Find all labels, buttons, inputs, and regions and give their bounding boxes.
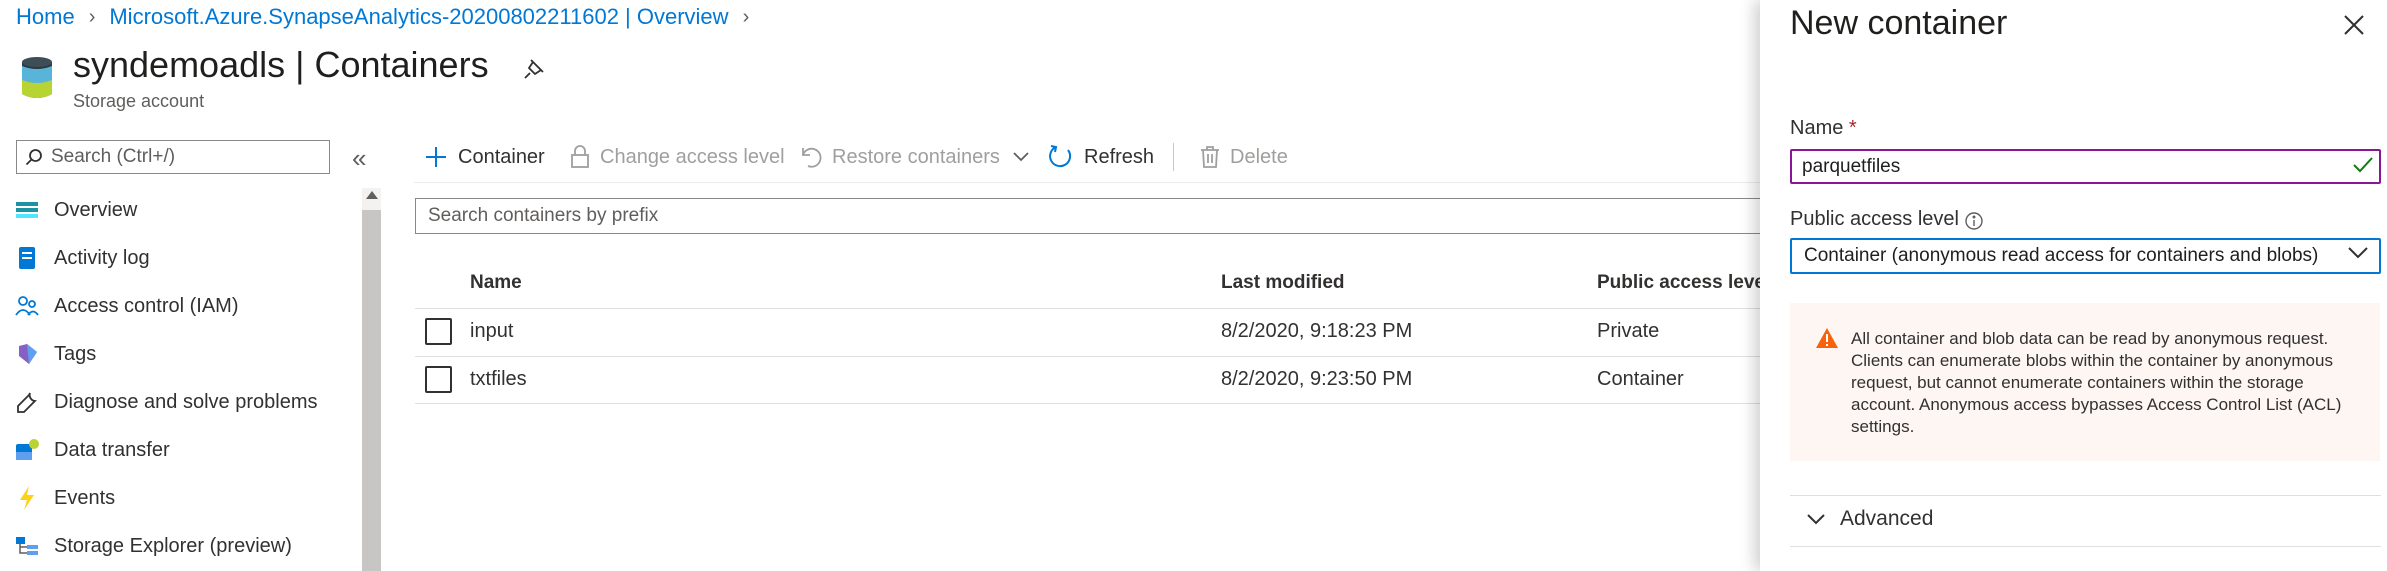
sidebar-item-label: Overview <box>54 198 138 221</box>
public-access-level-label: Public access level <box>1790 208 1959 230</box>
search-icon <box>25 149 42 166</box>
advanced-section-toggle[interactable]: Advanced <box>1806 507 1933 531</box>
checkmark-icon <box>2352 155 2374 175</box>
storage-explorer-icon <box>14 533 40 559</box>
sidebar-item-label: Diagnose and solve problems <box>54 390 318 413</box>
public-access-level-value: Container (anonymous read access for con… <box>1804 245 2319 266</box>
tag-icon <box>14 341 40 367</box>
trash-icon <box>1200 145 1220 169</box>
container-last-modified: 8/2/2020, 9:23:50 PM <box>1221 368 1413 390</box>
sidebar-item-label: Access control (IAM) <box>54 294 239 317</box>
sidebar-search-placeholder: Search (Ctrl+/) <box>51 146 176 167</box>
advanced-section-divider <box>1790 495 2381 496</box>
toolbar-label: Change access level <box>600 145 785 168</box>
activity-log-icon <box>14 245 40 271</box>
sidebar-item-storage-explorer[interactable]: Storage Explorer (preview) <box>14 526 292 566</box>
sidebar-item-label: Data transfer <box>54 438 170 461</box>
table-row-divider <box>415 356 1760 357</box>
pin-icon[interactable] <box>522 57 546 81</box>
toolbar-label: Container <box>458 145 545 168</box>
page-subtitle: Storage account <box>73 91 205 111</box>
data-transfer-icon <box>14 437 40 463</box>
undo-icon <box>800 145 822 169</box>
toolbar-label: Refresh <box>1084 145 1155 168</box>
row-checkbox[interactable] <box>425 318 452 345</box>
chevron-down-icon <box>1807 514 1825 525</box>
container-name-input[interactable]: parquetfiles <box>1790 149 2381 184</box>
toolbar-divider <box>1173 143 1174 171</box>
sidebar-search-input[interactable]: Search (Ctrl+/) <box>16 140 330 174</box>
scroll-up-arrow-icon[interactable] <box>366 191 378 199</box>
close-icon[interactable] <box>2343 14 2365 36</box>
name-label: Name * <box>1790 117 1857 140</box>
container-access-level: Private <box>1597 320 1660 342</box>
advanced-label: Advanced <box>1840 507 1934 530</box>
restore-containers-button[interactable]: Restore containers <box>800 140 1030 174</box>
collapse-sidebar-icon[interactable]: « <box>352 143 366 174</box>
info-icon[interactable] <box>1964 211 1984 231</box>
sidebar-scrollbar-thumb[interactable] <box>362 210 381 571</box>
refresh-button[interactable]: Refresh <box>1048 140 1154 174</box>
container-name-link[interactable]: input <box>470 320 513 343</box>
chevron-right-icon: › <box>88 5 96 28</box>
table-header-divider <box>415 308 1760 309</box>
lock-icon <box>570 145 590 169</box>
container-name-value: parquetfiles <box>1802 155 1901 177</box>
storage-account-icon <box>20 56 54 100</box>
container-search-input[interactable]: Search containers by prefix <box>415 198 1775 234</box>
wrench-icon <box>14 389 40 415</box>
sidebar-item-events[interactable]: Events <box>14 478 115 518</box>
toolbar-label: Delete <box>1230 145 1288 168</box>
panel-title: New container <box>1790 4 2008 42</box>
refresh-icon <box>1048 144 1074 170</box>
sidebar-item-label: Storage Explorer (preview) <box>54 534 292 557</box>
sidebar-item-activity-log[interactable]: Activity log <box>14 238 150 278</box>
toolbar-separator <box>414 182 1760 183</box>
container-name-link[interactable]: txtfiles <box>470 368 527 391</box>
delete-button[interactable]: Delete <box>1200 140 1288 174</box>
sidebar-item-tags[interactable]: Tags <box>14 334 96 374</box>
chevron-down-icon[interactable] <box>1012 151 1030 163</box>
sidebar-item-data-transfer[interactable]: Data transfer <box>14 430 170 470</box>
container-search-placeholder: Search containers by prefix <box>428 205 659 226</box>
public-access-level-dropdown[interactable]: Container (anonymous read access for con… <box>1790 238 2381 274</box>
breadcrumb: Home › Microsoft.Azure.SynapseAnalytics-… <box>16 4 763 30</box>
column-header-access-level[interactable]: Public access level <box>1597 272 1770 294</box>
advanced-section-divider <box>1790 546 2381 547</box>
overview-icon <box>14 197 40 223</box>
column-header-name[interactable]: Name <box>470 272 522 294</box>
sidebar-item-label: Activity log <box>54 246 150 269</box>
column-header-last-modified[interactable]: Last modified <box>1221 272 1345 294</box>
table-row-divider <box>415 403 1760 404</box>
change-access-level-button[interactable]: Change access level <box>570 140 785 174</box>
lightning-icon <box>14 485 40 511</box>
container-access-level: Container <box>1597 368 1684 390</box>
breadcrumb-home-link[interactable]: Home <box>16 4 75 30</box>
warning-icon <box>1815 327 1839 349</box>
plus-icon <box>424 145 448 169</box>
name-label-text: Name <box>1790 117 1844 139</box>
sidebar-item-overview[interactable]: Overview <box>14 190 137 230</box>
sidebar-item-label: Tags <box>54 342 97 365</box>
add-container-button[interactable]: Container <box>424 140 545 174</box>
required-marker: * <box>1848 117 1857 139</box>
sidebar-item-label: Events <box>54 486 116 509</box>
new-container-panel <box>1760 0 2387 571</box>
page-title: syndemoadls | Containers <box>73 44 489 85</box>
sidebar-item-access-control[interactable]: Access control (IAM) <box>14 286 238 326</box>
toolbar-label: Restore containers <box>832 145 1000 168</box>
breadcrumb-resource-link[interactable]: Microsoft.Azure.SynapseAnalytics-2020080… <box>109 4 728 30</box>
chevron-right-icon: › <box>742 5 750 28</box>
container-last-modified: 8/2/2020, 9:18:23 PM <box>1221 320 1413 342</box>
sidebar-item-diagnose[interactable]: Diagnose and solve problems <box>14 382 318 422</box>
chevron-down-icon[interactable] <box>2347 246 2369 260</box>
row-checkbox[interactable] <box>425 366 452 393</box>
warning-text: All container and blob data can be read … <box>1851 329 2342 436</box>
iam-icon <box>14 293 40 319</box>
